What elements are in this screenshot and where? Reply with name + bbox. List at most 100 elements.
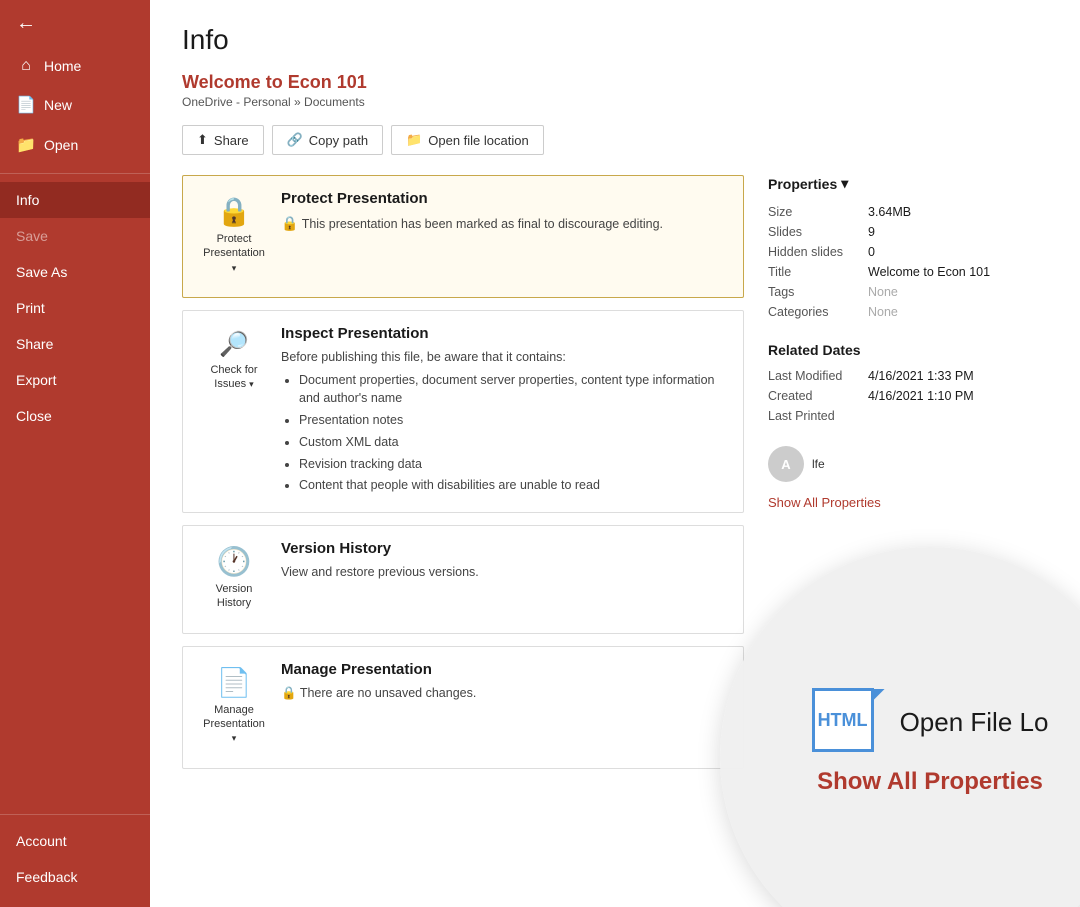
home-icon: ⌂ — [16, 57, 36, 75]
html-file-icon: HTML — [812, 688, 884, 756]
sidebar-item-share[interactable]: Share — [0, 326, 150, 362]
prop-key-slides: Slides — [768, 222, 868, 242]
sidebar-item-save-as[interactable]: Save As — [0, 254, 150, 290]
prop-row-categories: Categories None — [768, 302, 1048, 322]
prop-row-tags: Tags None — [768, 282, 1048, 302]
date-val-modified: 4/16/2021 1:33 PM — [868, 366, 1048, 386]
protect-icon-box[interactable]: 🔒 ProtectPresentation ▾ — [199, 190, 269, 283]
sidebar-item-account[interactable]: Account — [0, 823, 150, 859]
new-icon: 📄 — [16, 95, 36, 115]
sidebar-item-home[interactable]: ⌂ Home — [0, 47, 150, 85]
circle-content: HTML Open File Lo Show All Properties — [812, 688, 1049, 796]
bullet-3: Custom XML data — [299, 433, 727, 452]
prop-val-categories: None — [868, 302, 1048, 322]
date-key-created: Created — [768, 386, 868, 406]
file-name: Welcome to Econ 101 — [182, 72, 1048, 93]
sidebar-bottom: Account Feedback — [0, 823, 150, 907]
version-icon-box[interactable]: 🕐 VersionHistory — [199, 540, 269, 619]
prop-key-title: Title — [768, 262, 868, 282]
sidebar-label-save: Save — [16, 228, 48, 244]
back-button[interactable]: ← — [0, 0, 150, 47]
protect-description: This presentation has been marked as fin… — [302, 217, 663, 231]
protect-icon: 🔒 — [217, 198, 252, 226]
sidebar: ← ⌂ Home 📄 New 📁 Open Info Save Save As … — [0, 0, 150, 907]
open-location-button[interactable]: 📁 Open file location — [391, 125, 544, 155]
check-label: Check forIssues ▾ — [210, 363, 257, 392]
sidebar-label-account: Account — [16, 833, 67, 849]
protect-desc: 🔒 This presentation has been marked as f… — [281, 213, 727, 234]
open-icon: 📁 — [16, 135, 36, 155]
sidebar-item-feedback[interactable]: Feedback — [0, 859, 150, 895]
prop-val-tags: None — [868, 282, 1048, 302]
back-icon: ← — [16, 12, 36, 35]
date-val-created: 4/16/2021 1:10 PM — [868, 386, 1048, 406]
prop-val-hidden: 0 — [868, 242, 1048, 262]
manage-title: Manage Presentation — [281, 661, 727, 678]
page-title: Info — [182, 24, 1048, 56]
properties-title: Properties ▾ — [768, 175, 1048, 192]
date-key-modified: Last Modified — [768, 366, 868, 386]
prop-val-title: Welcome to Econ 101 — [868, 262, 1048, 282]
share-icon: ⬆ — [197, 132, 208, 148]
copy-path-button[interactable]: 🔗 Copy path — [272, 125, 383, 155]
sidebar-divider-1 — [0, 173, 150, 174]
version-label: VersionHistory — [216, 582, 253, 611]
check-icon: 🔎 — [219, 333, 249, 357]
manage-card: 📄 ManagePresentation ▾ Manage Presentati… — [182, 646, 744, 769]
bullet-5: Content that people with disabilities ar… — [299, 476, 727, 495]
sidebar-nav: ⌂ Home 📄 New 📁 Open Info Save Save As Pr… — [0, 47, 150, 806]
open-location-icon: 📁 — [406, 132, 422, 148]
warn-icon: 🔒 — [281, 215, 298, 231]
main-panel: Info Welcome to Econ 101 OneDrive - Pers… — [150, 0, 1080, 907]
check-icon-box[interactable]: 🔎 Check forIssues ▾ — [199, 325, 269, 400]
copy-path-icon: 🔗 — [287, 132, 303, 148]
protect-body: Protect Presentation 🔒 This presentation… — [281, 190, 727, 234]
version-body: Version History View and restore previou… — [281, 540, 727, 582]
prop-key-tags: Tags — [768, 282, 868, 302]
sidebar-item-close[interactable]: Close — [0, 398, 150, 434]
sidebar-label-info: Info — [16, 192, 39, 208]
date-row-printed: Last Printed — [768, 406, 1048, 426]
open-file-partial-text: Open File Lo — [900, 707, 1049, 738]
show-all-big-label[interactable]: Show All Properties — [817, 768, 1043, 796]
protect-label: ProtectPresentation ▾ — [203, 232, 265, 275]
sidebar-item-info[interactable]: Info — [0, 182, 150, 218]
date-key-printed: Last Printed — [768, 406, 868, 426]
manage-icon-box[interactable]: 📄 ManagePresentation ▾ — [199, 661, 269, 754]
date-val-printed — [868, 406, 1048, 426]
sidebar-label-save-as: Save As — [16, 264, 67, 280]
prop-key-categories: Categories — [768, 302, 868, 322]
related-dates-title: Related Dates — [768, 342, 1048, 358]
version-history-card: 🕐 VersionHistory Version History View an… — [182, 525, 744, 634]
html-icon-label: HTML — [818, 710, 868, 731]
sidebar-item-open[interactable]: 📁 Open — [0, 125, 150, 165]
cards-column: 🔒 ProtectPresentation ▾ Protect Presenta… — [182, 175, 744, 769]
prop-row-slides: Slides 9 — [768, 222, 1048, 242]
share-button-label: Share — [214, 133, 249, 148]
sidebar-label-share: Share — [16, 336, 53, 352]
show-all-properties-link[interactable]: Show All Properties — [768, 495, 881, 510]
prop-row-size: Size 3.64MB — [768, 202, 1048, 222]
sidebar-label-export: Export — [16, 372, 56, 388]
manage-body: Manage Presentation 🔒 There are no unsav… — [281, 661, 727, 703]
version-desc: View and restore previous versions. — [281, 563, 727, 582]
manage-icon: 📄 — [217, 669, 252, 697]
sidebar-item-export[interactable]: Export — [0, 362, 150, 398]
copy-path-label: Copy path — [309, 133, 368, 148]
sidebar-divider-2 — [0, 814, 150, 815]
manage-desc: 🔒 There are no unsaved changes. — [281, 684, 727, 703]
author-avatar: A — [768, 446, 804, 482]
prop-key-hidden: Hidden slides — [768, 242, 868, 262]
action-buttons: ⬆ Share 🔗 Copy path 📁 Open file location — [182, 125, 1048, 155]
manage-label: ManagePresentation ▾ — [203, 703, 265, 746]
sidebar-item-print[interactable]: Print — [0, 290, 150, 326]
prop-val-slides: 9 — [868, 222, 1048, 242]
bullet-2: Presentation notes — [299, 411, 727, 430]
protect-title: Protect Presentation — [281, 190, 727, 207]
sidebar-label-new: New — [44, 97, 72, 113]
bullet-4: Revision tracking data — [299, 455, 727, 474]
sidebar-label-home: Home — [44, 58, 81, 74]
prop-key-size: Size — [768, 202, 868, 222]
sidebar-item-new[interactable]: 📄 New — [0, 85, 150, 125]
share-button[interactable]: ⬆ Share — [182, 125, 264, 155]
